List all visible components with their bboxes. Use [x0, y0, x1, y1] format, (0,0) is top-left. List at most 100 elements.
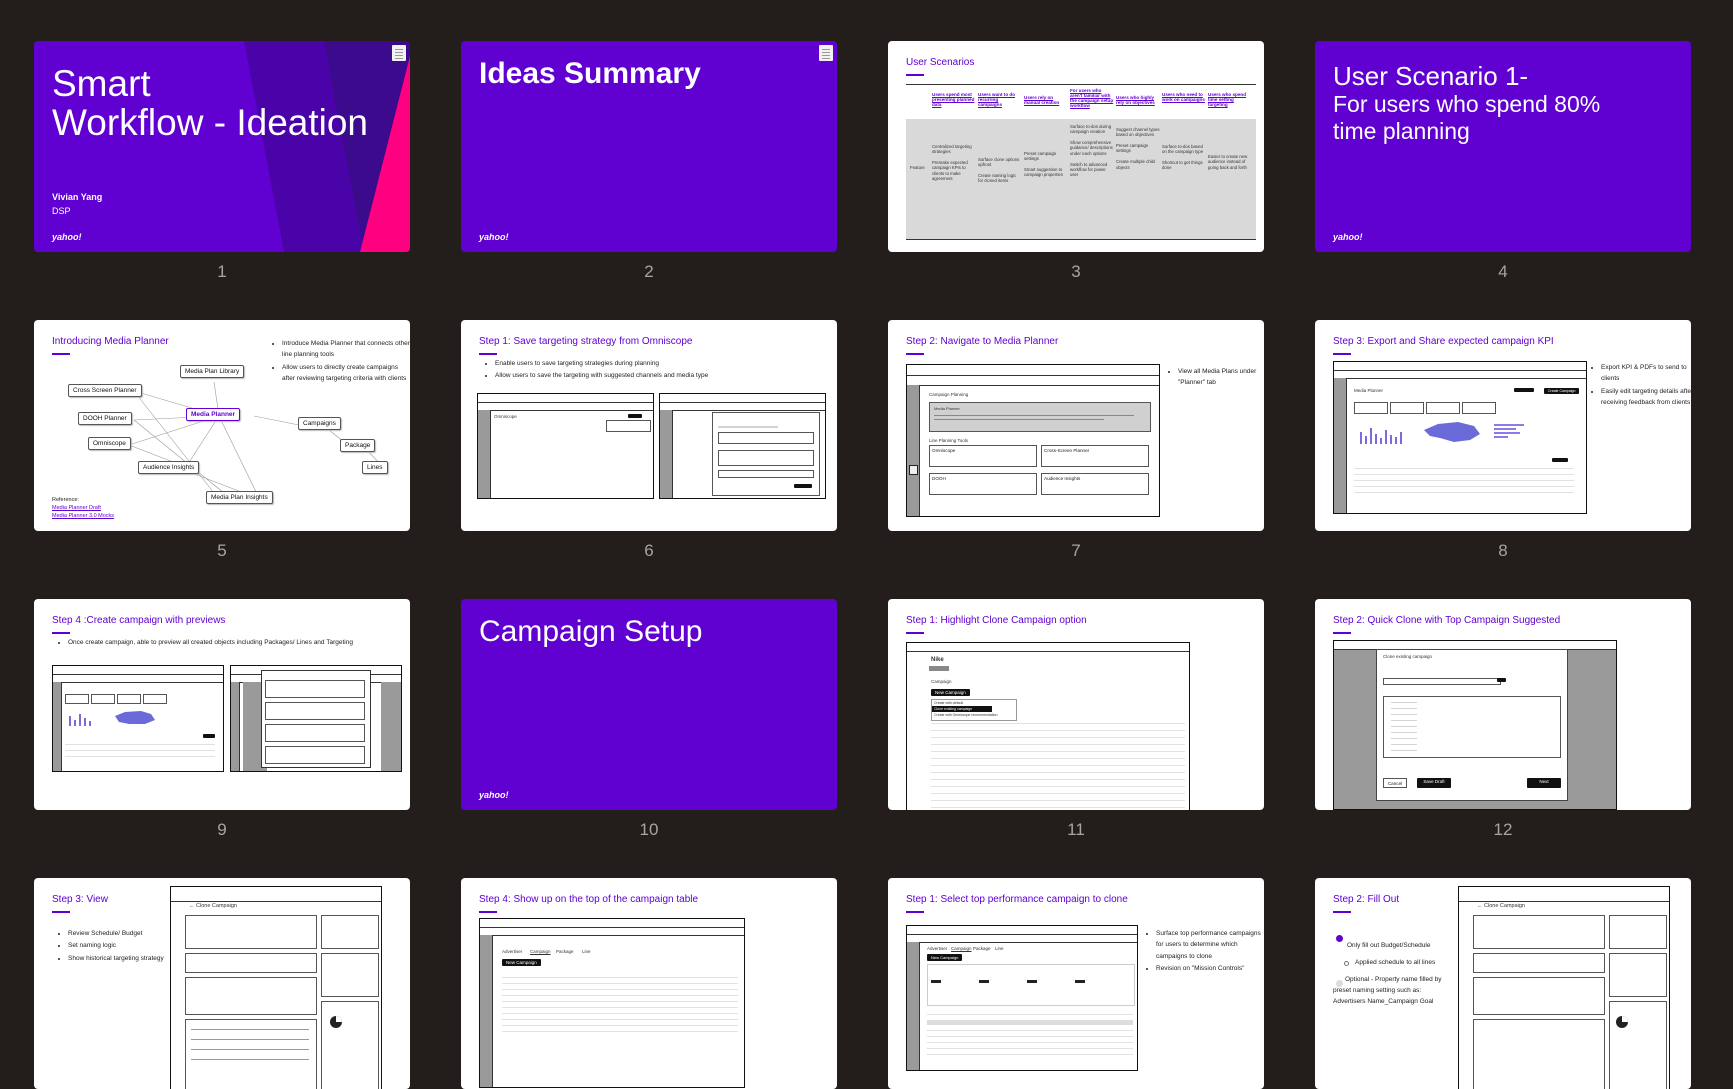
node-omniscope: Omniscope	[88, 437, 131, 450]
slide-thumbnail-11[interactable]: Step 1: Highlight Clone Campaign option …	[888, 599, 1264, 810]
title-underline	[906, 632, 924, 634]
slide-thumbnail-10[interactable]: Campaign Setup yahoo	[461, 599, 837, 810]
title-underline	[1333, 632, 1351, 634]
new-campaign-button: New Campaign	[927, 954, 963, 961]
slide-thumbnail-13[interactable]: Step 3: View Review Schedule/ Budget Set…	[34, 878, 410, 1089]
preview-mockup-1	[52, 665, 224, 772]
row-label: Feature	[910, 165, 925, 170]
slide-thumbnail-14[interactable]: Step 4: Show up on the top of the campai…	[461, 878, 837, 1089]
slide-number-8: 8	[1498, 541, 1508, 560]
slide-thumbnail-16[interactable]: Step 2: Fill Out Only fill out Budget/Sc…	[1315, 878, 1691, 1089]
tool-card-dooh[interactable]: DOOH	[929, 473, 1037, 495]
title-underline	[52, 632, 70, 634]
slide-number-2: 2	[644, 262, 654, 281]
slide-6-title: Step 1: Save targeting strategy from Omn…	[479, 336, 693, 347]
save-draft-button: Save Draft	[1417, 778, 1451, 788]
yahoo-logo: yahoo	[479, 232, 509, 242]
scenario-table: Users spend most presenting planned data…	[906, 84, 1256, 252]
node-dooh-planner: DOOH Planner	[78, 412, 132, 425]
slide-13-title: Step 3: View	[52, 894, 108, 905]
tab-advertiser: Advertiser	[502, 949, 523, 954]
bullet-item: Allow users to save the targeting with s…	[495, 370, 825, 381]
fill-out-mockup: ← Clone Campaign	[1458, 886, 1670, 1089]
reference-link[interactable]: Media Planner 3.0 Mocks	[52, 513, 114, 519]
tool-card-omniscope[interactable]: Omniscope	[929, 445, 1037, 467]
tab-package: Package	[556, 949, 574, 954]
tool-card-cross-screen[interactable]: Cross-Screen Planner	[1041, 445, 1149, 467]
title-underline	[52, 911, 70, 913]
title-underline	[479, 353, 497, 355]
preview-chart	[69, 711, 155, 726]
slide-11-title: Step 1: Highlight Clone Campaign option	[906, 615, 1087, 626]
kpi-chart	[1360, 422, 1524, 444]
tool-card-audience[interactable]: Audience Insights	[1041, 473, 1149, 495]
slide-5-bullets: Introduce Media Planner that connects ot…	[272, 338, 410, 386]
node-media-plan-library: Media Plan Library	[180, 365, 245, 378]
slide-13-bullets: Review Schedule/ Budget Set naming logic…	[58, 928, 188, 965]
slide-thumbnail-4[interactable]: User Scenario 1- For users who spend 80%…	[1315, 41, 1691, 252]
slide-1-title-line1: Smart	[52, 63, 151, 104]
title-underline	[1333, 353, 1351, 355]
planner-icon	[909, 465, 918, 475]
slide-thumbnail-6[interactable]: Step 1: Save targeting strategy from Omn…	[461, 320, 837, 531]
slide-thumbnail-8[interactable]: Step 3: Export and Share expected campai…	[1315, 320, 1691, 531]
slide-thumbnail-2[interactable]: Ideas Summary yahoo	[461, 41, 837, 252]
slide-number-3: 3	[1071, 262, 1081, 281]
slide-thumbnail-5[interactable]: Introducing Media Planner Media Plan Lib…	[34, 320, 410, 531]
node-package: Package	[340, 439, 376, 452]
planner-mockup: Campaign Planning Media Planner Line Pla…	[906, 364, 1160, 517]
slide-4-title-line1: User Scenario 1-	[1333, 61, 1529, 91]
modal-title: Clone existing campaign	[1383, 654, 1433, 659]
slide-thumbnail-15[interactable]: Step 1: Select top performance campaign …	[888, 878, 1264, 1089]
slide-number-4: 4	[1498, 262, 1508, 281]
bullet-item: View all Media Plans under "Planner" tab	[1178, 366, 1264, 389]
node-campaigns: Campaigns	[298, 417, 341, 430]
slide-4-title-line3: time planning	[1333, 118, 1470, 144]
slide-14-title: Step 4: Show up on the top of the campai…	[479, 894, 699, 905]
slide-number-1: 1	[217, 262, 227, 281]
yahoo-logo: yahoo	[1333, 232, 1363, 242]
notes-icon	[819, 45, 833, 61]
mock-header: ← Clone Campaign	[189, 903, 237, 909]
slide-thumbnail-7[interactable]: Step 2: Navigate to Media Planner Campai…	[888, 320, 1264, 531]
create-campaign-button: Create Campaign	[1544, 388, 1580, 394]
slide-thumbnail-12[interactable]: Step 2: Quick Clone with Top Campaign Su…	[1315, 599, 1691, 810]
slide-9-bullets: Once create campaign, able to preview al…	[58, 637, 408, 649]
export-button	[1514, 388, 1534, 392]
reference-label: Reference:	[52, 497, 79, 503]
table-cell: Preset campaign settings Smart suggestio…	[1024, 151, 1063, 178]
slide-thumbnail-1[interactable]: Smart Workflow - Ideation Vivian Yang DS…	[34, 41, 410, 252]
table-header: For users who aren't familiar with the c…	[1070, 88, 1114, 109]
mock-button	[1552, 458, 1568, 462]
table-cell: Surface to-dos based on the campaign typ…	[1162, 144, 1204, 171]
table-cell: Suggest channel types based on objective…	[1116, 127, 1160, 170]
slide-1-org: DSP	[52, 206, 71, 216]
omniscope-mockup: Omniscope	[477, 393, 654, 499]
new-campaign-button: New Campaign	[931, 689, 970, 696]
node-audience-insights: Audience Insights	[138, 461, 200, 474]
table-cell: Centralized targeting strategies Premake…	[932, 144, 972, 182]
reference-link[interactable]: Media Planner Draft	[52, 505, 101, 511]
radio-icon	[1344, 961, 1349, 966]
slide-8-bullets: Export KPI & PDFs to send to clients Eas…	[1591, 362, 1691, 410]
table-header: Users spend most presenting planned data	[932, 92, 975, 108]
bullet-item: Easily edit targeting details after rece…	[1601, 386, 1691, 409]
yahoo-logo: yahoo	[52, 232, 82, 242]
section-label: Campaign Planning	[929, 392, 969, 397]
clone-modal: Clone existing campaign Cancel Save Draf…	[1376, 649, 1568, 801]
mock-advertiser: Nike	[931, 657, 944, 663]
tab-line: Line	[995, 946, 1004, 951]
table-header: Users rely on manual creation	[1024, 95, 1060, 106]
slide-thumbnail-3[interactable]: User Scenarios Users spend most presenti…	[888, 41, 1264, 252]
media-planner-card: Media Planner	[929, 402, 1151, 432]
table-header: Users who highly rely on objectives	[1116, 95, 1155, 106]
slide-2-title: Ideas Summary	[479, 57, 701, 90]
slide-thumbnail-9[interactable]: Step 4 :Create campaign with previews On…	[34, 599, 410, 810]
slide-number-5: 5	[217, 541, 227, 560]
option-2: Applied schedule to all lines	[1355, 959, 1436, 966]
table-cell: Surface clone options upfront Create nam…	[978, 157, 1020, 184]
node-media-planner: Media Planner	[186, 408, 241, 421]
slide-16-title: Step 2: Fill Out	[1333, 894, 1400, 905]
slide-15-title: Step 1: Select top performance campaign …	[906, 894, 1128, 905]
tab-campaign: Campaign	[530, 949, 551, 954]
